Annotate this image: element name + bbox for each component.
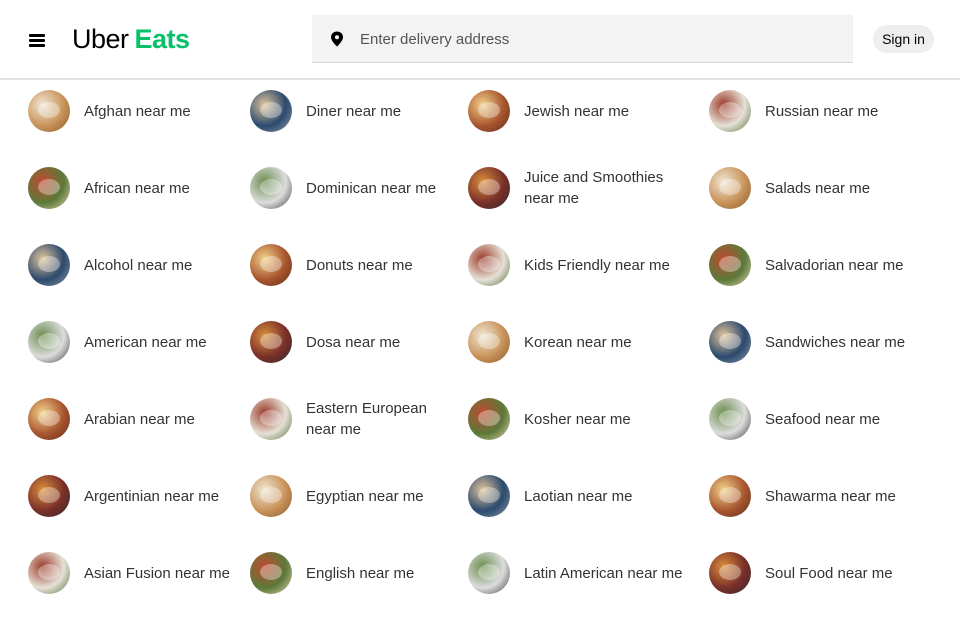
category-link[interactable]: Jewish near me: [468, 89, 694, 133]
category-food-image[interactable]: [28, 167, 70, 209]
category-food-image[interactable]: [709, 244, 751, 286]
category-label[interactable]: Laotian near me: [524, 486, 694, 507]
map-pin-icon: [331, 31, 343, 47]
category-label[interactable]: Sandwiches near me: [765, 332, 945, 353]
category-food-image[interactable]: [709, 552, 751, 594]
category-food-image[interactable]: [468, 475, 510, 517]
category-label[interactable]: Jewish near me: [524, 101, 694, 122]
category-label[interactable]: Korean near me: [524, 332, 694, 353]
category-food-image[interactable]: [250, 475, 292, 517]
category-food-image[interactable]: [250, 321, 292, 363]
category-link[interactable]: English near me: [250, 551, 456, 595]
category-label[interactable]: Russian near me: [765, 101, 945, 122]
category-food-image[interactable]: [28, 398, 70, 440]
category-link[interactable]: Kids Friendly near me: [468, 243, 694, 287]
category-label[interactable]: English near me: [306, 563, 456, 584]
category-food-image[interactable]: [468, 167, 510, 209]
category-label[interactable]: Soul Food near me: [765, 563, 945, 584]
category-food-image[interactable]: [709, 321, 751, 363]
category-link[interactable]: Sandwiches near me: [709, 320, 945, 364]
category-link[interactable]: African near me: [28, 166, 234, 210]
category-food-image[interactable]: [28, 552, 70, 594]
category-food-image[interactable]: [250, 552, 292, 594]
category-label[interactable]: Alcohol near me: [84, 255, 234, 276]
category-food-image[interactable]: [28, 90, 70, 132]
category-food-image[interactable]: [468, 321, 510, 363]
category-label[interactable]: Diner near me: [306, 101, 456, 122]
category-food-image[interactable]: [709, 398, 751, 440]
category-label[interactable]: Salads near me: [765, 178, 945, 199]
category-label[interactable]: Salvadorian near me: [765, 255, 945, 276]
category-label[interactable]: Donuts near me: [306, 255, 456, 276]
category-label[interactable]: Argentinian near me: [84, 486, 234, 507]
category-food-image[interactable]: [250, 167, 292, 209]
category-link[interactable]: Alcohol near me: [28, 243, 234, 287]
category-link[interactable]: Seafood near me: [709, 397, 945, 441]
category-link[interactable]: Salvadorian near me: [709, 243, 945, 287]
category-food-image[interactable]: [709, 475, 751, 517]
category-food-image[interactable]: [468, 398, 510, 440]
logo-uber-text: Uber: [72, 24, 129, 54]
category-label[interactable]: Juice and Smoothies near me: [524, 167, 694, 209]
category-food-image[interactable]: [709, 167, 751, 209]
category-link[interactable]: Korean near me: [468, 320, 694, 364]
logo-eats-text: Eats: [134, 24, 191, 54]
uber-eats-logo[interactable]: Uber Eats: [72, 22, 190, 56]
category-food-image[interactable]: [28, 475, 70, 517]
category-food-image[interactable]: [468, 90, 510, 132]
category-link[interactable]: Donuts near me: [250, 243, 456, 287]
category-link[interactable]: Egyptian near me: [250, 474, 456, 518]
category-link[interactable]: Laotian near me: [468, 474, 694, 518]
sign-in-button[interactable]: Sign in: [873, 25, 934, 53]
category-link[interactable]: Kosher near me: [468, 397, 694, 441]
category-food-image[interactable]: [709, 90, 751, 132]
category-link[interactable]: Afghan near me: [28, 89, 234, 133]
category-label[interactable]: Egyptian near me: [306, 486, 456, 507]
category-link[interactable]: Shawarma near me: [709, 474, 945, 518]
category-link[interactable]: Russian near me: [709, 89, 945, 133]
category-label[interactable]: Shawarma near me: [765, 486, 945, 507]
category-label[interactable]: Dominican near me: [306, 178, 456, 199]
category-label[interactable]: Seafood near me: [765, 409, 945, 430]
category-food-image[interactable]: [250, 90, 292, 132]
hamburger-menu-icon[interactable]: [27, 31, 47, 49]
category-link[interactable]: Diner near me: [250, 89, 456, 133]
cuisine-category-grid: Afghan near me African near me Alcohol nea…: [0, 0, 960, 640]
category-food-image[interactable]: [250, 398, 292, 440]
category-label[interactable]: Kids Friendly near me: [524, 255, 694, 276]
category-label[interactable]: Kosher near me: [524, 409, 694, 430]
category-link[interactable]: Salads near me: [709, 166, 945, 210]
category-link[interactable]: American near me: [28, 320, 234, 364]
delivery-address-input[interactable]: [360, 15, 840, 63]
category-label[interactable]: Dosa near me: [306, 332, 456, 353]
category-food-image[interactable]: [250, 244, 292, 286]
category-label[interactable]: American near me: [84, 332, 234, 353]
category-food-image[interactable]: [28, 244, 70, 286]
category-link[interactable]: Arabian near me: [28, 397, 234, 441]
delivery-address-search[interactable]: [312, 15, 853, 63]
category-food-image[interactable]: [468, 244, 510, 286]
category-link[interactable]: Asian Fusion near me: [28, 551, 234, 595]
category-label[interactable]: African near me: [84, 178, 234, 199]
category-label[interactable]: Asian Fusion near me: [84, 563, 234, 584]
category-label[interactable]: Afghan near me: [84, 101, 234, 122]
category-link[interactable]: Dominican near me: [250, 166, 456, 210]
category-food-image[interactable]: [468, 552, 510, 594]
category-link[interactable]: Soul Food near me: [709, 551, 945, 595]
top-header: UberEats Sign in: [0, 0, 960, 80]
category-food-image[interactable]: [28, 321, 70, 363]
category-label[interactable]: Eastern European near me: [306, 398, 456, 440]
category-label[interactable]: Arabian near me: [84, 409, 234, 430]
category-label[interactable]: Latin American near me: [524, 563, 694, 584]
category-link[interactable]: Argentinian near me: [28, 474, 234, 518]
category-link[interactable]: Latin American near me: [468, 551, 694, 595]
category-link[interactable]: Dosa near me: [250, 320, 456, 364]
category-link[interactable]: Eastern European near me: [250, 397, 456, 441]
category-link[interactable]: Juice and Smoothies near me: [468, 166, 694, 210]
